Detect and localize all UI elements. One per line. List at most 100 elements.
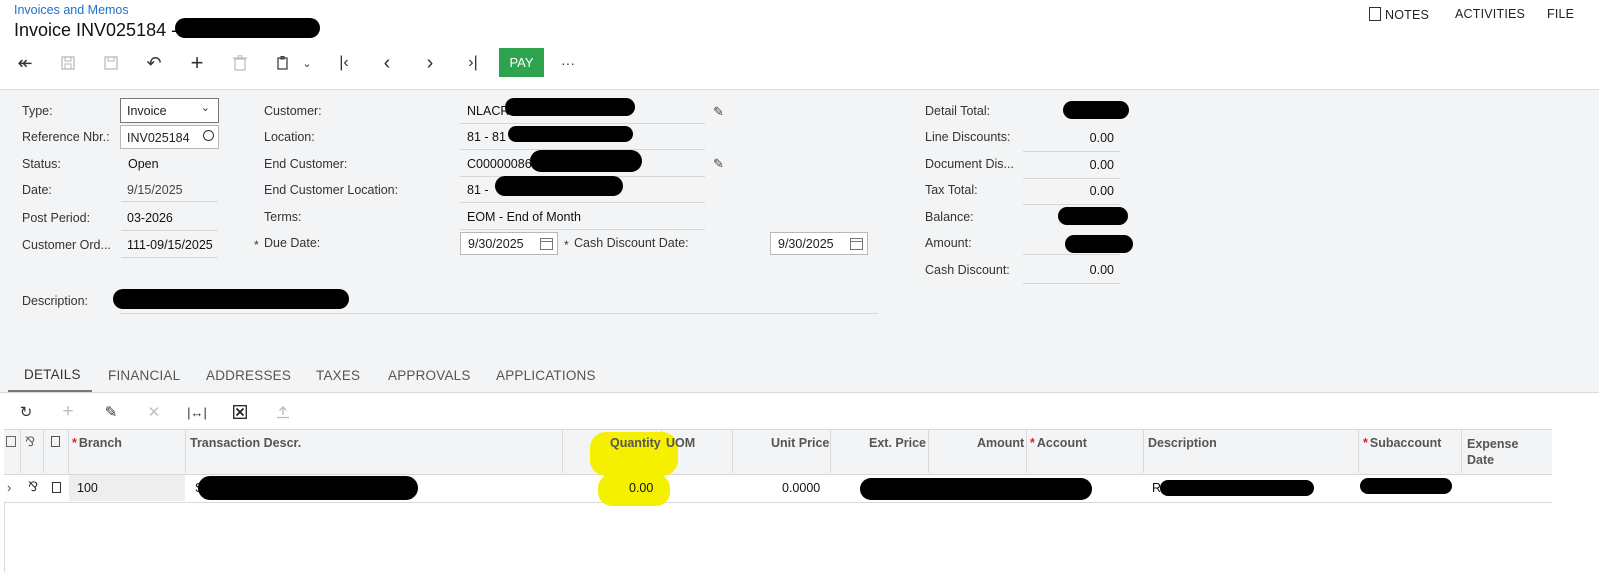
redaction-mark (508, 126, 633, 142)
redaction-mark (1160, 480, 1314, 496)
next-record-icon[interactable]: › (419, 52, 441, 74)
reference-nbr-input[interactable]: INV025184 (120, 125, 219, 149)
tax-total-value: 0.00 (1023, 184, 1120, 205)
status-value: Open (128, 157, 159, 171)
balance-label: Balance: (925, 210, 974, 224)
edit-end-customer-icon[interactable]: ✎ (713, 156, 724, 172)
column-header-ext-price[interactable]: Ext. Price (869, 436, 926, 450)
delete-icon[interactable] (229, 52, 251, 74)
page-title: Invoice INV025184 - R (14, 20, 196, 40)
due-date-label: Due Date: (264, 236, 321, 250)
column-header-subaccount[interactable]: * Subaccount (1363, 436, 1441, 450)
first-record-icon[interactable]: |‹ (333, 52, 355, 74)
undo-icon[interactable]: ↶ (143, 52, 165, 74)
branch-header-label: Branch (78, 436, 122, 450)
post-period-label: Post Period: (22, 211, 91, 225)
upload-icon[interactable] (273, 402, 293, 422)
redaction-mark (1058, 207, 1128, 225)
customer-label: Customer: (264, 104, 322, 118)
last-record-icon[interactable]: ›| (462, 52, 484, 74)
chevron-down-icon: ⌄ (200, 102, 210, 114)
tab-financial[interactable]: FINANCIAL (108, 368, 180, 383)
active-tab-indicator (8, 390, 92, 392)
amount-label: Amount: (925, 236, 972, 250)
status-label: Status: (22, 157, 61, 171)
type-value: Invoice (127, 104, 167, 118)
export-excel-icon[interactable] (230, 402, 250, 422)
cash-discount-label: Cash Discount: (925, 263, 1010, 277)
date-label: Date: (22, 183, 52, 197)
column-header-description[interactable]: Description (1148, 436, 1217, 450)
chevron-down-icon[interactable]: ⌄ (296, 52, 318, 74)
tab-addresses[interactable]: ADDRESSES (206, 368, 291, 383)
search-icon[interactable] (203, 130, 214, 141)
expense-date-line-1: Expense (1467, 437, 1519, 451)
amount-underline (1023, 253, 1120, 255)
subaccount-header-label: Subaccount (1369, 436, 1442, 450)
end-customer-label: End Customer: (264, 157, 348, 171)
attachment-icon: ⅋ (25, 434, 36, 449)
column-header-quantity[interactable]: Quantity (610, 436, 661, 450)
save-close-icon[interactable] (57, 52, 79, 74)
refresh-icon[interactable]: ↻ (16, 402, 36, 422)
document-icon (1369, 7, 1381, 21)
fit-columns-icon[interactable]: |↔| (187, 402, 207, 422)
document-icon (51, 436, 60, 447)
column-header-expense-date[interactable]: Expense Date (1467, 436, 1518, 468)
add-row-icon[interactable]: + (58, 401, 78, 422)
notes-button[interactable]: NOTES (1369, 7, 1429, 22)
redaction-mark (1360, 478, 1452, 494)
post-period-value[interactable]: 03-2026 (121, 211, 218, 231)
redaction-mark (198, 476, 418, 500)
redaction-mark (1065, 235, 1133, 253)
save-icon[interactable] (100, 52, 122, 74)
due-date-value: 9/30/2025 (468, 237, 524, 251)
copy-paste-icon[interactable] (272, 52, 294, 74)
tab-taxes[interactable]: TAXES (316, 368, 360, 383)
add-icon[interactable]: + (186, 50, 208, 75)
document-discount-label: Document Dis... (925, 157, 1014, 171)
expense-date-line-2: Date (1467, 453, 1495, 467)
type-select[interactable]: Invoice ⌄ (120, 98, 219, 123)
calendar-icon[interactable] (850, 238, 863, 250)
edit-customer-icon[interactable]: ✎ (713, 104, 724, 120)
description-label: Description: (22, 294, 88, 308)
calendar-icon[interactable] (540, 238, 553, 250)
cash-discount-date-input[interactable]: 9/30/2025 (770, 232, 868, 255)
row-attachment-icon[interactable]: ⅋ (28, 479, 38, 495)
cash-discount-date-value: 9/30/2025 (778, 237, 834, 251)
grid-settings-icon[interactable] (6, 436, 16, 447)
activities-button[interactable]: ACTIVITIES (1455, 7, 1525, 21)
files-button[interactable]: FILE (1547, 7, 1574, 21)
tab-approvals[interactable]: APPROVALS (388, 368, 471, 383)
redaction-mark (860, 478, 1092, 500)
edit-icon[interactable]: ✎ (101, 402, 121, 422)
unit-price-cell[interactable]: 0.0000 (782, 481, 820, 495)
back-icon[interactable]: ↞ (14, 52, 36, 74)
more-icon[interactable]: ··· (557, 52, 579, 74)
branch-cell[interactable]: 100 (77, 481, 98, 495)
tab-details[interactable]: DETAILS (24, 367, 81, 382)
column-header-transaction-descr[interactable]: Transaction Descr. (190, 436, 301, 450)
row-expand-icon[interactable]: › (7, 480, 11, 495)
terms-value[interactable]: EOM - End of Month (460, 210, 705, 230)
quantity-cell[interactable]: 0.00 (629, 481, 653, 495)
previous-record-icon[interactable]: ‹ (376, 52, 398, 74)
pay-button[interactable]: PAY (499, 48, 544, 77)
column-header-branch[interactable]: * Branch (72, 436, 122, 450)
redaction-mark (1063, 101, 1129, 119)
tab-applications[interactable]: APPLICATIONS (496, 368, 596, 383)
breadcrumb[interactable]: Invoices and Memos (14, 3, 129, 17)
column-header-unit-price[interactable]: Unit Price (771, 436, 829, 450)
column-header-account[interactable]: * Account (1030, 436, 1087, 450)
customer-order-value[interactable]: 111-09/15/2025 (121, 238, 218, 258)
location-label: Location: (264, 130, 315, 144)
delete-row-icon[interactable]: ✕ (144, 402, 164, 422)
tax-total-label: Tax Total: (925, 183, 978, 197)
column-header-amount[interactable]: Amount (977, 436, 1024, 450)
date-value[interactable]: 9/15/2025 (121, 183, 218, 202)
redaction-mark (530, 150, 642, 172)
row-note-icon[interactable] (52, 482, 61, 493)
due-date-input[interactable]: 9/30/2025 (460, 232, 558, 255)
column-header-uom[interactable]: UOM (666, 436, 695, 450)
